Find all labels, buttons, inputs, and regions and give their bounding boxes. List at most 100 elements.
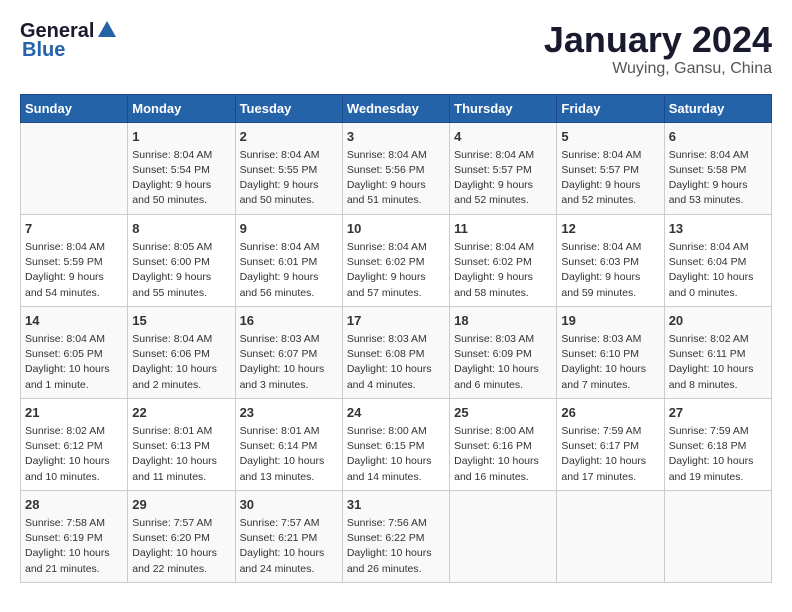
day-info: Sunrise: 8:00 AM Sunset: 6:15 PM Dayligh… — [347, 424, 445, 485]
day-info: Sunrise: 8:03 AM Sunset: 6:07 PM Dayligh… — [240, 332, 338, 393]
day-info: Sunrise: 8:02 AM Sunset: 6:11 PM Dayligh… — [669, 332, 767, 393]
day-info: Sunrise: 7:59 AM Sunset: 6:17 PM Dayligh… — [561, 424, 659, 485]
day-info: Sunrise: 8:04 AM Sunset: 6:02 PM Dayligh… — [347, 240, 445, 301]
calendar-cell — [21, 122, 128, 214]
day-number: 3 — [347, 128, 445, 146]
calendar-cell: 26Sunrise: 7:59 AM Sunset: 6:17 PM Dayli… — [557, 398, 664, 490]
calendar-cell: 15Sunrise: 8:04 AM Sunset: 6:06 PM Dayli… — [128, 306, 235, 398]
calendar-header-cell: Thursday — [450, 94, 557, 122]
calendar-header-cell: Saturday — [664, 94, 771, 122]
calendar-cell — [664, 490, 771, 582]
day-number: 21 — [25, 404, 123, 422]
day-number: 6 — [669, 128, 767, 146]
calendar-week-row: 21Sunrise: 8:02 AM Sunset: 6:12 PM Dayli… — [21, 398, 772, 490]
calendar-cell: 16 Sunrise: 8:03 AM Sunset: 6:07 PM Dayli… — [235, 306, 342, 398]
day-number: 30 — [240, 496, 338, 514]
calendar-header-cell: Tuesday — [235, 94, 342, 122]
day-info: Sunrise: 8:04 AM Sunset: 6:02 PM Dayligh… — [454, 240, 552, 301]
day-number: 7 — [25, 220, 123, 238]
calendar-cell: 11 Sunrise: 8:04 AM Sunset: 6:02 PM Dayli… — [450, 214, 557, 306]
day-info: Sunrise: 8:03 AM Sunset: 6:09 PM Dayligh… — [454, 332, 552, 393]
page-subtitle: Wuying, Gansu, China — [544, 60, 772, 78]
day-info: Sunrise: 7:57 AM Sunset: 6:20 PM Dayligh… — [132, 516, 230, 577]
day-info: Sunrise: 8:04 AM Sunset: 6:03 PM Dayligh… — [561, 240, 659, 301]
calendar-cell: 22 Sunrise: 8:01 AM Sunset: 6:13 PM Dayli… — [128, 398, 235, 490]
day-info: Sunrise: 8:04 AM Sunset: 5:57 PM Dayligh… — [454, 148, 552, 209]
day-info: Sunrise: 7:58 AM Sunset: 6:19 PM Dayligh… — [25, 516, 123, 577]
calendar-cell: 5 Sunrise: 8:04 AM Sunset: 5:57 PM Daylig… — [557, 122, 664, 214]
day-number: 18 — [454, 312, 552, 330]
logo: General Blue — [20, 20, 118, 62]
calendar-week-row: 7 Sunrise: 8:04 AM Sunset: 5:59 PM Daylig… — [21, 214, 772, 306]
day-number: 11 — [454, 220, 552, 238]
calendar-header-cell: Wednesday — [342, 94, 449, 122]
day-number: 19 — [561, 312, 659, 330]
day-info: Sunrise: 8:04 AM Sunset: 6:04 PM Dayligh… — [669, 240, 767, 301]
day-info: Sunrise: 8:04 AM Sunset: 5:56 PM Dayligh… — [347, 148, 445, 209]
calendar-cell: 27Sunrise: 7:59 AM Sunset: 6:18 PM Dayli… — [664, 398, 771, 490]
calendar-cell — [557, 490, 664, 582]
calendar-cell: 23 Sunrise: 8:01 AM Sunset: 6:14 PM Dayli… — [235, 398, 342, 490]
day-number: 4 — [454, 128, 552, 146]
day-number: 25 — [454, 404, 552, 422]
calendar-cell: 12 Sunrise: 8:04 AM Sunset: 6:03 PM Dayli… — [557, 214, 664, 306]
calendar-cell: 24 Sunrise: 8:00 AM Sunset: 6:15 PM Dayli… — [342, 398, 449, 490]
calendar-cell: 10 Sunrise: 8:04 AM Sunset: 6:02 PM Dayli… — [342, 214, 449, 306]
calendar-body: 1Sunrise: 8:04 AM Sunset: 5:54 PM Daylig… — [21, 122, 772, 582]
day-info: Sunrise: 8:04 AM Sunset: 5:57 PM Dayligh… — [561, 148, 659, 209]
day-number: 31 — [347, 496, 445, 514]
calendar-cell: 31 Sunrise: 7:56 AM Sunset: 6:22 PM Dayli… — [342, 490, 449, 582]
calendar-cell: 21Sunrise: 8:02 AM Sunset: 6:12 PM Dayli… — [21, 398, 128, 490]
day-info: Sunrise: 8:04 AM Sunset: 5:58 PM Dayligh… — [669, 148, 767, 209]
calendar-cell: 29 Sunrise: 7:57 AM Sunset: 6:20 PM Dayli… — [128, 490, 235, 582]
page-header: General Blue January 2024 Wuying, Gansu,… — [20, 20, 772, 78]
calendar-cell: 20 Sunrise: 8:02 AM Sunset: 6:11 PM Dayli… — [664, 306, 771, 398]
day-info: Sunrise: 8:03 AM Sunset: 6:10 PM Dayligh… — [561, 332, 659, 393]
day-number: 27 — [669, 404, 767, 422]
calendar-cell: 28 Sunrise: 7:58 AM Sunset: 6:19 PM Dayli… — [21, 490, 128, 582]
day-number: 29 — [132, 496, 230, 514]
calendar-cell: 19 Sunrise: 8:03 AM Sunset: 6:10 PM Dayli… — [557, 306, 664, 398]
calendar-cell: 2Sunrise: 8:04 AM Sunset: 5:55 PM Daylig… — [235, 122, 342, 214]
day-info: Sunrise: 8:01 AM Sunset: 6:13 PM Dayligh… — [132, 424, 230, 485]
calendar-cell: 4 Sunrise: 8:04 AM Sunset: 5:57 PM Daylig… — [450, 122, 557, 214]
day-number: 12 — [561, 220, 659, 238]
logo-blue-text: Blue — [22, 39, 65, 62]
day-info: Sunrise: 7:57 AM Sunset: 6:21 PM Dayligh… — [240, 516, 338, 577]
day-number: 5 — [561, 128, 659, 146]
day-info: Sunrise: 8:00 AM Sunset: 6:16 PM Dayligh… — [454, 424, 552, 485]
calendar-cell: 6 Sunrise: 8:04 AM Sunset: 5:58 PM Daylig… — [664, 122, 771, 214]
day-number: 28 — [25, 496, 123, 514]
day-number: 16 — [240, 312, 338, 330]
day-info: Sunrise: 7:56 AM Sunset: 6:22 PM Dayligh… — [347, 516, 445, 577]
calendar-week-row: 1Sunrise: 8:04 AM Sunset: 5:54 PM Daylig… — [21, 122, 772, 214]
page-title: January 2024 — [544, 20, 772, 60]
day-number: 23 — [240, 404, 338, 422]
calendar-cell: 14Sunrise: 8:04 AM Sunset: 6:05 PM Dayli… — [21, 306, 128, 398]
calendar-cell: 7 Sunrise: 8:04 AM Sunset: 5:59 PM Daylig… — [21, 214, 128, 306]
calendar-week-row: 28 Sunrise: 7:58 AM Sunset: 6:19 PM Dayli… — [21, 490, 772, 582]
calendar-cell: 25 Sunrise: 8:00 AM Sunset: 6:16 PM Dayli… — [450, 398, 557, 490]
calendar-table: SundayMondayTuesdayWednesdayThursdayFrid… — [20, 94, 772, 583]
day-info: Sunrise: 8:03 AM Sunset: 6:08 PM Dayligh… — [347, 332, 445, 393]
day-number: 20 — [669, 312, 767, 330]
day-info: Sunrise: 8:05 AM Sunset: 6:00 PM Dayligh… — [132, 240, 230, 301]
calendar-cell: 1Sunrise: 8:04 AM Sunset: 5:54 PM Daylig… — [128, 122, 235, 214]
calendar-cell — [450, 490, 557, 582]
day-info: Sunrise: 8:01 AM Sunset: 6:14 PM Dayligh… — [240, 424, 338, 485]
calendar-cell: 3 Sunrise: 8:04 AM Sunset: 5:56 PM Daylig… — [342, 122, 449, 214]
day-info: Sunrise: 8:04 AM Sunset: 6:05 PM Dayligh… — [25, 332, 123, 393]
day-info: Sunrise: 8:04 AM Sunset: 5:59 PM Dayligh… — [25, 240, 123, 301]
day-number: 24 — [347, 404, 445, 422]
day-info: Sunrise: 8:04 AM Sunset: 6:06 PM Dayligh… — [132, 332, 230, 393]
calendar-week-row: 14Sunrise: 8:04 AM Sunset: 6:05 PM Dayli… — [21, 306, 772, 398]
calendar-cell: 18 Sunrise: 8:03 AM Sunset: 6:09 PM Dayli… — [450, 306, 557, 398]
day-number: 10 — [347, 220, 445, 238]
day-number: 8 — [132, 220, 230, 238]
day-number: 22 — [132, 404, 230, 422]
day-number: 2 — [240, 128, 338, 146]
day-number: 13 — [669, 220, 767, 238]
calendar-header-cell: Sunday — [21, 94, 128, 122]
logo-icon — [96, 19, 118, 41]
day-number: 1 — [132, 128, 230, 146]
